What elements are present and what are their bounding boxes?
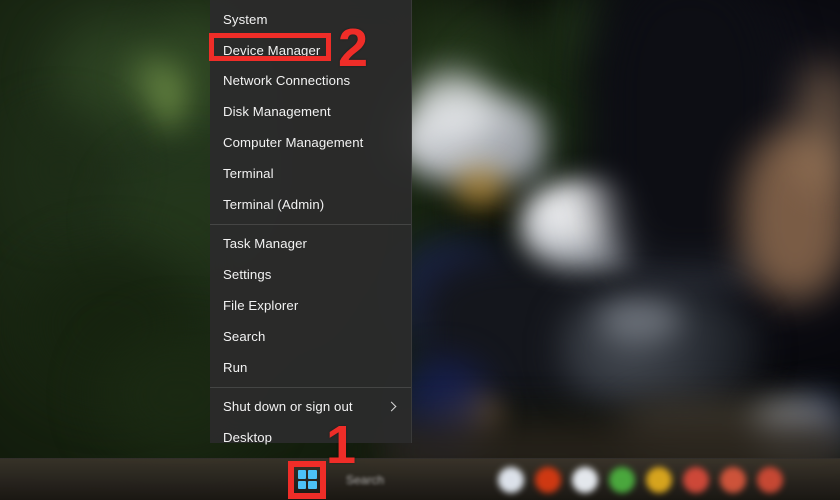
wallpaper-highlight (600, 300, 680, 340)
menu-item-label: Run (223, 359, 248, 375)
menu-item-label: Device Manager (223, 42, 321, 58)
menu-item-network-connections[interactable]: Network Connections (210, 66, 411, 97)
tray-icon-4[interactable] (609, 466, 635, 493)
power-user-menu[interactable]: System Device Manager Network Connections D… (210, 0, 412, 445)
tray-icon-8[interactable] (757, 466, 783, 493)
wallpaper-indicator-light (455, 168, 505, 208)
desktop-wallpaper (0, 0, 840, 500)
menu-item-label: Network Connections (223, 73, 351, 89)
menu-item-label: Settings (223, 267, 272, 283)
menu-item-label: Disk Management (223, 104, 331, 120)
taskbar-left-group: Search (288, 461, 454, 499)
wallpaper-motorcycle-fairing (412, 70, 492, 140)
menu-item-terminal-admin[interactable]: Terminal (Admin) (210, 189, 411, 220)
tray-icon-6[interactable] (683, 466, 709, 493)
tray-icon-3[interactable] (572, 466, 598, 493)
menu-item-search[interactable]: Search (210, 321, 411, 352)
menu-item-label: Desktop (223, 430, 273, 446)
menu-item-label: Terminal (223, 165, 274, 181)
menu-item-label: File Explorer (223, 298, 299, 314)
screen: System Device Manager Network Connections D… (0, 0, 840, 500)
tray-icon-2[interactable] (535, 466, 561, 493)
menu-item-label: Terminal (Admin) (223, 196, 325, 212)
windows-logo-pane (308, 470, 317, 479)
taskbar: Search (0, 458, 840, 500)
menu-item-file-explorer[interactable]: File Explorer (210, 290, 411, 321)
tray-icon-7[interactable] (720, 466, 746, 493)
menu-item-device-manager[interactable]: Device Manager (210, 35, 411, 66)
windows-logo-icon (297, 470, 317, 489)
menu-item-task-manager[interactable]: Task Manager (210, 229, 411, 260)
wallpaper-leaf-highlight (152, 70, 186, 130)
wallpaper-leaf (5, 120, 115, 220)
windows-logo-pane (308, 480, 317, 489)
menu-item-terminal[interactable]: Terminal (210, 158, 411, 189)
start-button[interactable] (288, 461, 326, 499)
chevron-right-icon (387, 402, 397, 412)
menu-item-label: Task Manager (223, 236, 308, 252)
menu-separator-1 (210, 223, 411, 225)
tray-icon-1[interactable] (498, 466, 524, 493)
taskbar-search-box[interactable]: Search (336, 465, 454, 495)
menu-item-label: System (223, 11, 268, 27)
menu-item-label: Search (223, 328, 266, 344)
menu-item-desktop[interactable]: Desktop (210, 422, 411, 453)
menu-item-run[interactable]: Run (210, 352, 411, 383)
menu-item-label: Computer Management (223, 135, 364, 151)
menu-item-settings[interactable]: Settings (210, 259, 411, 290)
menu-item-computer-management[interactable]: Computer Management (210, 127, 411, 158)
menu-item-label: Shut down or sign out (223, 399, 353, 415)
windows-logo-pane (297, 480, 306, 489)
windows-logo-pane (297, 470, 306, 479)
taskbar-search-label: Search (346, 472, 385, 487)
taskbar-pinned-apps (498, 466, 783, 493)
tray-icon-5[interactable] (646, 466, 672, 493)
menu-item-system[interactable]: System (210, 4, 411, 35)
menu-separator-2 (210, 386, 411, 388)
menu-item-disk-management[interactable]: Disk Management (210, 96, 411, 127)
menu-item-shut-down-or-sign-out[interactable]: Shut down or sign out (210, 392, 411, 423)
